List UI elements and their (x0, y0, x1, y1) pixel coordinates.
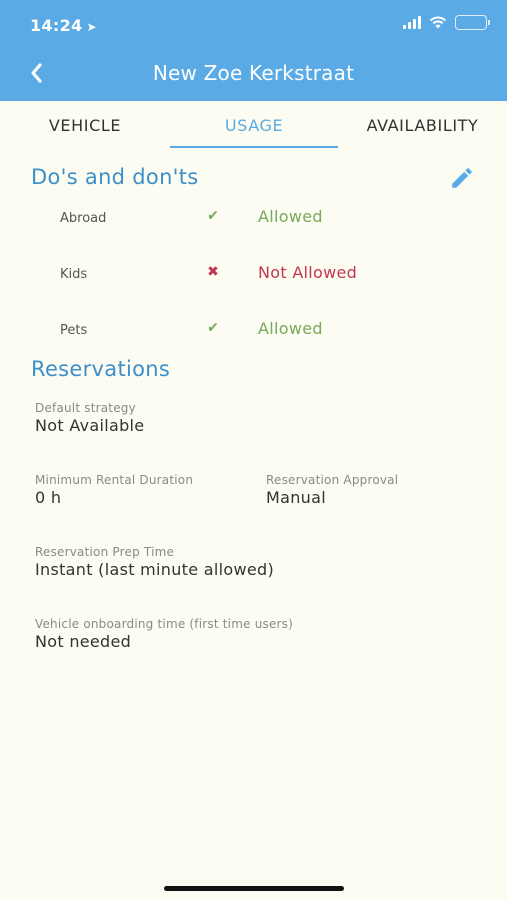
tab-usage[interactable]: USAGE (170, 101, 338, 150)
rule-status: Allowed (258, 319, 323, 338)
field-label: Default strategy (35, 401, 136, 415)
edit-button[interactable] (449, 165, 475, 191)
dos-donts-title: Do's and don'ts (31, 165, 199, 189)
status-bar-time: 14:24 ➤ (30, 16, 97, 35)
cross-icon: ✖ (207, 264, 219, 280)
reservation-prep-time-field: Reservation Prep Time Instant (last minu… (35, 545, 274, 579)
cellular-signal-icon (403, 16, 421, 29)
default-strategy-field: Default strategy Not Available (35, 401, 144, 435)
field-label: Minimum Rental Duration (35, 473, 194, 487)
tab-bar: VEHICLE USAGE AVAILABILITY (0, 101, 507, 150)
field-value: Manual (266, 488, 326, 507)
active-tab-indicator (170, 146, 338, 148)
field-value: Not needed (35, 632, 132, 651)
rule-row-kids: Kids ✖ Not Allowed (0, 263, 507, 287)
tab-vehicle[interactable]: VEHICLE (0, 101, 170, 150)
clock-time: 14:24 (30, 16, 83, 35)
rule-label: Abroad (60, 211, 107, 226)
check-icon: ✔ (207, 320, 219, 336)
rule-row-abroad: Abroad ✔ Allowed (0, 207, 507, 231)
rule-label: Pets (60, 323, 88, 338)
rule-row-pets: Pets ✔ Allowed (0, 319, 507, 343)
field-label: Vehicle onboarding time (first time user… (35, 617, 294, 631)
field-label: Reservation Approval (266, 473, 399, 487)
rule-status: Not Allowed (258, 263, 358, 282)
home-indicator[interactable] (164, 886, 344, 891)
field-value: 0 h (35, 488, 62, 507)
field-value: Not Available (35, 416, 145, 435)
check-icon: ✔ (207, 208, 219, 224)
reservations-title: Reservations (31, 357, 171, 381)
rule-status: Allowed (258, 207, 323, 226)
pencil-icon (452, 168, 472, 188)
tab-availability[interactable]: AVAILABILITY (338, 101, 507, 150)
battery-icon (455, 15, 490, 30)
onboarding-time-field: Vehicle onboarding time (first time user… (35, 617, 293, 651)
min-rental-duration-field: Minimum Rental Duration 0 h (35, 473, 193, 507)
status-bar-indicators (403, 15, 490, 30)
field-label: Reservation Prep Time (35, 545, 175, 559)
location-arrow-icon: ➤ (86, 20, 97, 34)
rule-label: Kids (60, 267, 88, 282)
field-value: Instant (last minute allowed) (35, 560, 274, 579)
page-title: New Zoe Kerkstraat (152, 61, 355, 85)
wifi-icon (429, 16, 447, 29)
reservation-approval-field: Reservation Approval Manual (266, 473, 398, 507)
app-header: 14:24 ➤ New Zoe Kerkstraat (0, 0, 507, 101)
